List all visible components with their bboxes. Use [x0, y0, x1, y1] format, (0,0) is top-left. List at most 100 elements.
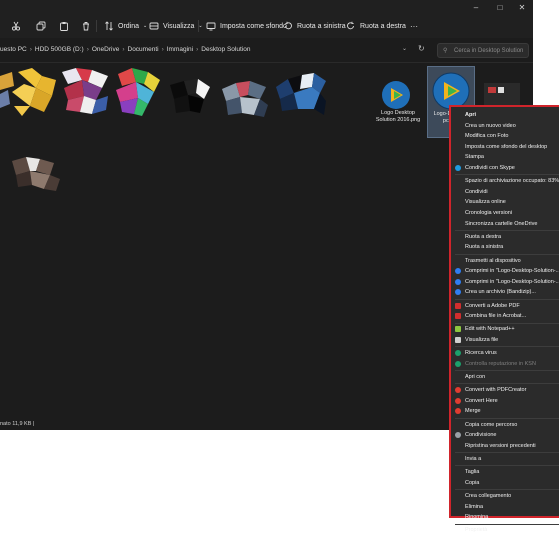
context-menu-item[interactable]: Apri con	[451, 372, 559, 382]
context-menu-item[interactable]: Ruota a sinistra	[451, 242, 559, 252]
context-menu-item-label: Ruota a destra	[465, 233, 502, 240]
file-name[interactable]: Logo Desktop Solution 2016.png	[374, 110, 422, 124]
sort-icon	[103, 21, 114, 32]
context-menu-item[interactable]: Apri	[451, 110, 559, 120]
file-thumbnail[interactable]	[220, 75, 270, 125]
context-menu-item-label: Comprimi in "Logo-Desktop-Solution-...	[465, 278, 559, 285]
context-menu-item-label: Apri	[465, 112, 476, 118]
delete-button[interactable]	[80, 17, 91, 35]
pdfcreator-icon	[455, 387, 461, 394]
file-thumbnail[interactable]	[58, 66, 108, 116]
context-menu-item[interactable]: Imposta come sfondo del desktop	[451, 142, 559, 152]
context-menu-item-label: Visualizza online	[465, 199, 506, 206]
toolbar-divider	[198, 20, 199, 32]
context-menu-item[interactable]: Stampa	[451, 152, 559, 162]
file-thumbnail[interactable]	[112, 66, 162, 116]
sort-button[interactable]: Ordina ⌄	[103, 17, 147, 35]
breadcrumb-item[interactable]: Desktop Solution	[201, 46, 250, 53]
search-input[interactable]: ⚲ Cerca in Desktop Solution	[437, 43, 529, 58]
context-menu-item[interactable]: Sincronizza cartelle OneDrive	[451, 219, 559, 229]
context-menu-item-label: Trasmetti al dispositivo	[465, 257, 521, 264]
chevron-down-icon[interactable]: ⌄	[402, 45, 407, 52]
context-menu-item[interactable]: Visualizza file	[451, 335, 559, 345]
refresh-icon[interactable]: ↻	[418, 44, 425, 53]
context-menu-item[interactable]: Controlla reputazione in KSN	[451, 359, 559, 369]
context-menu-item-label: Crea un archivio (Bandizip)...	[465, 289, 536, 296]
context-menu-item-label: Visualizza file	[465, 337, 499, 343]
address-bar[interactable]: uesto PC › HDD 500GB (D:) › OneDrive › Documen…	[0, 40, 533, 63]
context-menu-item[interactable]: Rinomina	[451, 512, 559, 522]
context-menu-item[interactable]: Merge	[451, 406, 559, 416]
file-thumbnail[interactable]	[166, 75, 216, 125]
context-menu-item[interactable]: Invia a	[451, 454, 559, 464]
context-menu-item[interactable]: Comprimi in "Logo-Desktop-Solution-...	[451, 266, 559, 276]
context-menu-item[interactable]: Condivisione	[451, 430, 559, 440]
context-menu-item[interactable]: Copia	[451, 478, 559, 488]
context-menu-item-label: Converti a Adobe PDF	[465, 302, 520, 309]
context-menu-item[interactable]: Condividi con Skype	[451, 163, 559, 173]
context-menu-item[interactable]: Convert Here	[451, 396, 559, 406]
chevron-right-icon: ›	[122, 46, 125, 53]
context-menu-item-label: Crea collegamento	[465, 493, 512, 499]
context-menu-item-label: Copia	[465, 479, 480, 486]
more-label: ···	[410, 21, 418, 31]
context-menu-item[interactable]: Modifica con Foto	[451, 131, 559, 141]
set-wallpaper-button[interactable]: Imposta come sfondo	[205, 17, 287, 35]
chevron-right-icon: ›	[86, 46, 89, 53]
context-menu-item[interactable]: Ricerca virus	[451, 348, 559, 358]
context-menu-item[interactable]: Converti a Adobe PDF	[451, 301, 559, 311]
status-bar-text: nato 11,9 KB |	[0, 421, 35, 427]
file-thumbnail[interactable]	[8, 66, 58, 116]
context-menu-item[interactable]: Crea collegamento	[451, 491, 559, 501]
context-menu-item[interactable]: Cronologia versioni	[451, 208, 559, 218]
breadcrumb-item[interactable]: Immagini	[167, 46, 193, 53]
share-icon	[455, 432, 461, 439]
view-button[interactable]: Visualizza ⌄	[148, 17, 203, 35]
rotate-right-button[interactable]: Ruota a destra	[345, 17, 406, 35]
context-menu-item[interactable]: Proprietà	[451, 525, 559, 535]
context-menu: Apri Crea un nuovo video Modifica con Foto…	[449, 105, 559, 533]
cut-button[interactable]	[10, 17, 21, 35]
context-menu-item[interactable]: Comprimi in "Logo-Desktop-Solution-...	[451, 277, 559, 287]
context-menu-item-label: Sincronizza cartelle OneDrive	[465, 220, 538, 227]
minimize-icon[interactable]: –	[469, 3, 483, 13]
file-thumbnail[interactable]	[8, 153, 62, 203]
breadcrumb-item[interactable]: Documenti	[128, 46, 159, 53]
context-menu-item[interactable]: Convert with PDFCreator	[451, 385, 559, 395]
context-menu-item-label: Invia a	[465, 456, 482, 462]
maximize-icon[interactable]: □	[493, 3, 507, 13]
context-menu-item-label: Ripristina versioni precedenti	[465, 442, 536, 449]
context-menu-item[interactable]: Elimina	[451, 502, 559, 512]
context-menu-item-label: Convert with PDFCreator	[465, 387, 527, 394]
close-icon[interactable]: ✕	[515, 3, 529, 13]
context-menu-item-label: Combina file in Acrobat...	[465, 313, 527, 320]
context-menu-item[interactable]: Crea un archivio (Bandizip)...	[451, 287, 559, 297]
breadcrumb-item[interactable]: uesto PC	[0, 46, 27, 53]
rotate-left-icon	[282, 21, 293, 32]
file-thumbnail[interactable]	[274, 71, 326, 121]
notepadpp-icon	[455, 326, 461, 333]
context-menu-item[interactable]: Condividi	[451, 187, 559, 197]
context-menu-item[interactable]: Crea un nuovo video	[451, 121, 559, 131]
context-menu-item[interactable]: Ruota a destra	[451, 232, 559, 242]
context-menu-item[interactable]: Taglia	[451, 467, 559, 477]
rotate-right-label: Ruota a destra	[360, 22, 406, 30]
context-menu-item-label: Copia come percorso	[465, 421, 518, 428]
context-menu-item[interactable]: Combina file in Acrobat...	[451, 311, 559, 321]
context-menu-item[interactable]: Trasmetti al dispositivo	[451, 256, 559, 266]
context-menu-item[interactable]: Ripristina versioni precedenti	[451, 441, 559, 451]
breadcrumb-item[interactable]: OneDrive	[92, 46, 119, 53]
more-options-button[interactable]: ···	[410, 17, 418, 35]
paste-button[interactable]	[58, 17, 69, 35]
copy-button[interactable]	[35, 17, 46, 35]
context-menu-item[interactable]: Spazio di archiviazione occupato: 83% -	[451, 176, 559, 186]
context-menu-item[interactable]: Copia come percorso	[451, 420, 559, 430]
context-menu-item-label: Modifica con Foto	[465, 133, 509, 140]
rotate-left-button[interactable]: Ruota a sinistra	[282, 17, 346, 35]
breadcrumb-item[interactable]: HDD 500GB (D:)	[35, 46, 84, 53]
trash-icon	[80, 21, 91, 32]
context-menu-item[interactable]: Visualizza online	[451, 197, 559, 207]
view-icon	[148, 21, 159, 32]
toolbar-divider	[96, 20, 97, 32]
context-menu-item[interactable]: Edit with Notepad++	[451, 324, 559, 334]
